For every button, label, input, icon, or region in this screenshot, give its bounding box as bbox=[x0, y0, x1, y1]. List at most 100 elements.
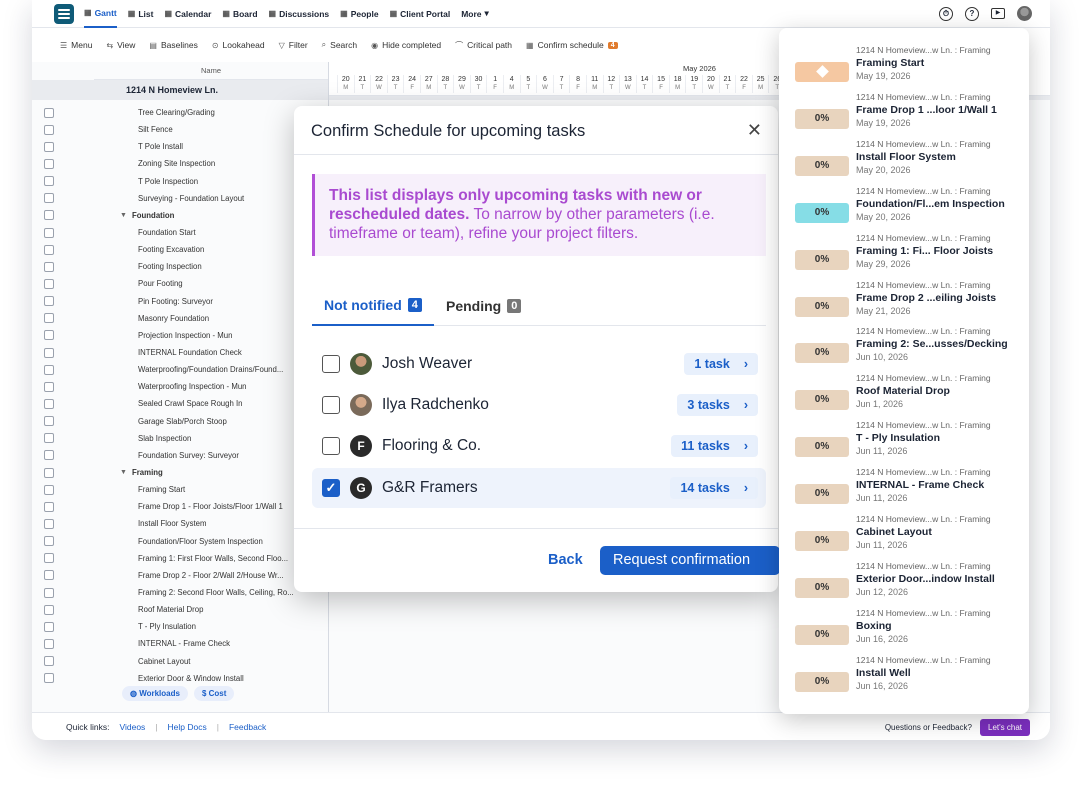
task-count-button[interactable]: 3 tasks › bbox=[677, 394, 758, 416]
upcoming-task-item[interactable]: 0% 1214 N Homeview...w Ln. : Framing T - P… bbox=[795, 420, 1025, 467]
nav-client-portal[interactable]: ▦ Client Portal bbox=[390, 0, 451, 28]
assignee-checkbox[interactable] bbox=[322, 355, 340, 373]
row-checkbox[interactable] bbox=[44, 484, 54, 495]
task-row[interactable]: Masonry Foundation bbox=[32, 310, 328, 327]
task-row[interactable]: Tree Clearing/Grading bbox=[32, 104, 328, 121]
task-row[interactable]: T Pole Install bbox=[32, 138, 328, 155]
group-row[interactable]: ▼ Framing bbox=[32, 464, 328, 481]
row-checkbox[interactable] bbox=[44, 261, 54, 272]
task-row[interactable]: T - Ply Insulation bbox=[32, 618, 328, 635]
assignee-checkbox[interactable] bbox=[322, 396, 340, 414]
task-count-button[interactable]: 11 tasks › bbox=[671, 435, 758, 457]
task-row[interactable]: Pin Footing: Surveyor bbox=[32, 293, 328, 310]
row-checkbox[interactable] bbox=[44, 433, 54, 444]
task-row[interactable]: Foundation Start bbox=[32, 224, 328, 241]
upcoming-task-item[interactable]: 0% 1214 N Homeview...w Ln. : Framing Roof … bbox=[795, 373, 1025, 420]
upcoming-task-item[interactable]: 0% 1214 N Homeview...w Ln. : Framing Frami… bbox=[795, 233, 1025, 280]
upcoming-task-item[interactable]: 0% 1214 N Homeview...w Ln. : Framing Frame… bbox=[795, 280, 1025, 327]
row-checkbox[interactable] bbox=[44, 158, 54, 169]
upcoming-task-item[interactable]: 0% 1214 N Homeview...w Ln. : Framing Found… bbox=[795, 186, 1025, 233]
row-checkbox[interactable] bbox=[44, 656, 54, 667]
critical-path-button[interactable]: ⌒ Critical path bbox=[455, 40, 512, 51]
nav-board[interactable]: ▦ Board bbox=[222, 0, 257, 28]
tab-pending[interactable]: Pending 0 bbox=[446, 286, 522, 326]
row-checkbox[interactable] bbox=[44, 193, 54, 204]
task-row[interactable]: INTERNAL Foundation Check bbox=[32, 344, 328, 361]
workloads-tab[interactable]: ◍ Workloads bbox=[122, 686, 188, 701]
upcoming-task-item[interactable]: 0% 1214 N Homeview...w Ln. : Framing Frame… bbox=[795, 92, 1025, 139]
row-checkbox[interactable] bbox=[44, 570, 54, 581]
tab-not-notified[interactable]: Not notified 4 bbox=[312, 286, 434, 326]
task-row[interactable]: Sealed Crawl Space Rough In bbox=[32, 395, 328, 412]
row-checkbox[interactable] bbox=[44, 518, 54, 529]
task-row[interactable]: Framing 1: First Floor Walls, Second Flo… bbox=[32, 550, 328, 567]
assignee-checkbox[interactable] bbox=[322, 437, 340, 455]
task-row[interactable]: Pour Footing bbox=[32, 275, 328, 292]
assignee-row[interactable]: F Flooring & Co. 11 tasks › bbox=[312, 426, 766, 466]
upcoming-task-item[interactable]: 0% 1214 N Homeview...w Ln. : Framing Boxin… bbox=[795, 608, 1025, 655]
assignee-row[interactable]: Ilya Radchenko 3 tasks › bbox=[312, 385, 766, 425]
upcoming-task-item[interactable]: 0% 1214 N Homeview...w Ln. : Framing Insta… bbox=[795, 139, 1025, 186]
app-logo-icon[interactable] bbox=[54, 3, 74, 24]
row-checkbox[interactable] bbox=[44, 621, 54, 632]
row-checkbox[interactable] bbox=[44, 398, 54, 409]
task-row[interactable]: Install Floor System bbox=[32, 515, 328, 532]
help-icon[interactable]: ? bbox=[965, 6, 979, 21]
chat-button[interactable]: Let's chat bbox=[980, 719, 1030, 736]
task-row[interactable]: Frame Drop 2 - Floor 2/Wall 2/House Wr..… bbox=[32, 567, 328, 584]
row-checkbox[interactable] bbox=[44, 124, 54, 135]
row-checkbox[interactable] bbox=[44, 416, 54, 427]
row-checkbox[interactable] bbox=[44, 330, 54, 341]
upcoming-task-item[interactable]: 0% 1214 N Homeview...w Ln. : Framing INTER… bbox=[795, 467, 1025, 514]
task-row[interactable]: Slab Inspection bbox=[32, 430, 328, 447]
hide-completed-button[interactable]: ◉ Hide completed bbox=[371, 40, 441, 50]
row-checkbox[interactable] bbox=[44, 604, 54, 615]
search-button[interactable]: ⌕ Search bbox=[322, 40, 357, 50]
filter-button[interactable]: ▽ Filter bbox=[279, 40, 308, 50]
baselines-button[interactable]: ▤ Baselines bbox=[149, 40, 197, 50]
row-checkbox[interactable] bbox=[44, 278, 54, 289]
lookahead-button[interactable]: ⊙ Lookahead bbox=[212, 40, 265, 50]
row-checkbox[interactable] bbox=[44, 501, 54, 512]
videos-link[interactable]: Videos bbox=[119, 722, 145, 732]
timer-icon[interactable]: ⏱ bbox=[939, 6, 953, 21]
task-row[interactable]: Waterproofing Inspection - Mun bbox=[32, 378, 328, 395]
row-checkbox[interactable] bbox=[44, 467, 54, 478]
task-row[interactable]: Surveying - Foundation Layout bbox=[32, 190, 328, 207]
row-checkbox[interactable] bbox=[44, 107, 54, 118]
row-checkbox[interactable] bbox=[44, 587, 54, 598]
row-checkbox[interactable] bbox=[44, 673, 54, 684]
user-avatar[interactable] bbox=[1017, 6, 1032, 21]
task-count-button[interactable]: 14 tasks › bbox=[670, 477, 758, 499]
nav-people[interactable]: ▦ People bbox=[340, 0, 378, 28]
row-checkbox[interactable] bbox=[44, 313, 54, 324]
feedback-link[interactable]: Feedback bbox=[229, 722, 266, 732]
task-row[interactable]: Waterproofing/Foundation Drains/Found... bbox=[32, 361, 328, 378]
task-row[interactable]: Silt Fence bbox=[32, 121, 328, 138]
upcoming-task-item[interactable]: 0% 1214 N Homeview...w Ln. : Framing Frami… bbox=[795, 326, 1025, 373]
close-icon[interactable]: ✕ bbox=[747, 120, 762, 141]
nav-discussions[interactable]: ▦ Discussions bbox=[269, 0, 330, 28]
view-button[interactable]: ⇆ View bbox=[106, 40, 135, 50]
task-row[interactable]: Roof Material Drop bbox=[32, 601, 328, 618]
row-checkbox[interactable] bbox=[44, 364, 54, 375]
assignee-row[interactable]: ✓ G G&R Framers 14 tasks › bbox=[312, 468, 766, 508]
task-row[interactable]: Footing Excavation bbox=[32, 241, 328, 258]
upcoming-task-item[interactable]: 0% 1214 N Homeview...w Ln. : Framing Insta… bbox=[795, 655, 1025, 702]
help-docs-link[interactable]: Help Docs bbox=[168, 722, 207, 732]
name-column-header[interactable]: Name bbox=[94, 62, 328, 80]
assignee-checkbox[interactable]: ✓ bbox=[322, 479, 340, 497]
task-row[interactable]: Projection Inspection - Mun bbox=[32, 327, 328, 344]
row-checkbox[interactable] bbox=[44, 210, 54, 221]
task-row[interactable]: INTERNAL - Frame Check bbox=[32, 635, 328, 652]
task-row[interactable]: Cabinet Layout bbox=[32, 653, 328, 670]
nav-more[interactable]: More ▾ bbox=[461, 0, 489, 28]
task-row[interactable]: Zoning Site Inspection bbox=[32, 155, 328, 172]
row-checkbox[interactable] bbox=[44, 381, 54, 392]
chevron-down-icon[interactable]: ▼ bbox=[120, 469, 127, 476]
row-checkbox[interactable] bbox=[44, 347, 54, 358]
task-row[interactable]: Foundation/Floor System Inspection bbox=[32, 533, 328, 550]
video-icon[interactable]: ▶ bbox=[991, 8, 1005, 19]
task-row[interactable]: Footing Inspection bbox=[32, 258, 328, 275]
row-checkbox[interactable] bbox=[44, 296, 54, 307]
